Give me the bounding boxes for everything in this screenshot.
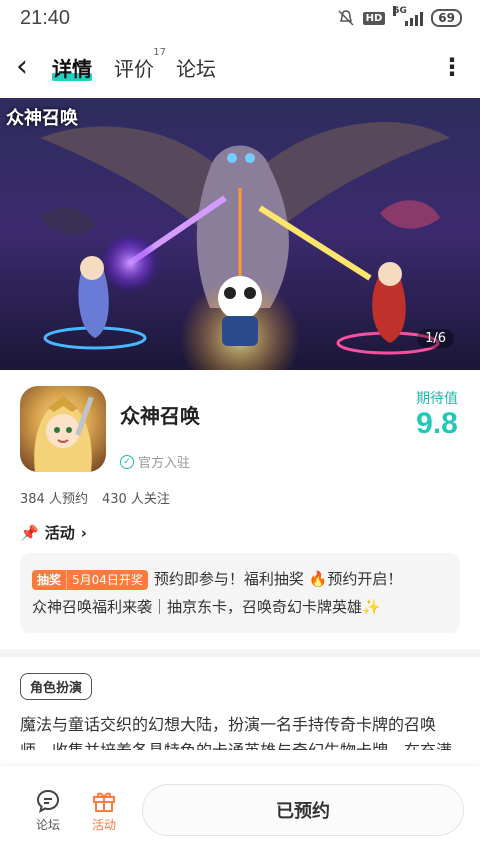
game-info: 众神召唤 ✓ 官方入驻 期待值 9.8 384 人预约 430 人关注 — [0, 370, 480, 510]
banner-carousel[interactable]: 众神召唤 1/6 — [0, 98, 480, 370]
forum-icon — [36, 789, 60, 813]
hd-icon: HD — [362, 11, 386, 25]
pin-icon: 📌 — [20, 523, 39, 542]
mute-bell-icon — [338, 10, 354, 26]
status-icons: HD 5G 69 — [337, 6, 462, 27]
follower-count: 430 人关注 — [101, 492, 170, 507]
tab-reviews[interactable]: 评价 17 — [114, 47, 166, 82]
banner-artwork — [40, 122, 450, 370]
review-count-badge: 17 — [153, 46, 166, 58]
chevron-right-icon: › — [80, 523, 87, 542]
game-stats: 384 人预约 430 人关注 — [20, 488, 170, 507]
section-divider — [0, 649, 480, 657]
activity-button[interactable]: 活动 — [76, 788, 132, 833]
forum-label: 论坛 — [35, 817, 60, 832]
expect-label: 期待值 — [416, 391, 458, 407]
activity-text-line2: 众神召唤福利来袭｜抽京东卡，召唤奇幻卡牌英雄✨ — [32, 598, 381, 616]
verified-icon: ✓ — [120, 454, 134, 469]
signal-icon: 5G — [393, 6, 424, 26]
activity-header[interactable]: 📌 活动 › — [0, 510, 480, 553]
lottery-tag: 抽奖 5月04日开奖 — [32, 569, 148, 590]
game-icon-art — [34, 396, 94, 472]
verified-badge: ✓ 官方入驻 — [120, 452, 190, 471]
banner-counter: 1/6 — [417, 329, 454, 348]
expect-score: 期待值 9.8 — [416, 388, 458, 440]
battery-icon: 69 — [431, 9, 462, 27]
status-time: 21:40 — [20, 6, 71, 29]
reservation-count: 384 人预约 — [20, 492, 88, 507]
bottom-bar: 论坛 活动 已预约 — [0, 766, 480, 854]
game-icon — [20, 386, 106, 472]
lottery-tag-type: 抽奖 — [32, 569, 67, 590]
lottery-tag-date: 5月04日开奖 — [66, 569, 148, 590]
activity-title: 活动 — [44, 524, 75, 542]
banner-logo-text: 众神召唤 — [6, 108, 78, 129]
activity-text-line1: 预约即参与！福利抽奖 🔥预约开启！ — [153, 570, 403, 588]
activity-card[interactable]: 抽奖 5月04日开奖 预约即参与！福利抽奖 🔥预约开启！ 众神召唤福利来袭｜抽京… — [20, 553, 460, 633]
tab-reviews-label: 评价 — [114, 56, 154, 81]
verified-label: 官方入驻 — [138, 456, 191, 471]
gift-icon — [93, 792, 115, 812]
reserved-button[interactable]: 已预约 — [142, 784, 464, 836]
activity-label: 活动 — [91, 817, 116, 832]
tab-forum[interactable]: 论坛 — [176, 53, 216, 82]
forum-button[interactable]: 论坛 — [20, 788, 76, 833]
top-nav: ‹ 详情 评价 17 论坛 ⋮ — [0, 36, 480, 98]
expect-value: 9.8 — [416, 407, 458, 440]
status-bar: 21:40 HD 5G 69 — [0, 0, 480, 36]
tab-details[interactable]: 详情 — [52, 53, 92, 82]
genre-tag[interactable]: 角色扮演 — [20, 673, 93, 700]
game-description: 魔法与童话交织的幻想大陆，扮演一名手持传奇卡牌的召唤师，收集并培养各具特色的卡通… — [20, 715, 452, 750]
game-name: 众神召唤 — [120, 404, 200, 428]
more-icon[interactable]: ⋮ — [440, 53, 464, 81]
back-arrow-icon[interactable]: ‹ — [16, 52, 52, 82]
